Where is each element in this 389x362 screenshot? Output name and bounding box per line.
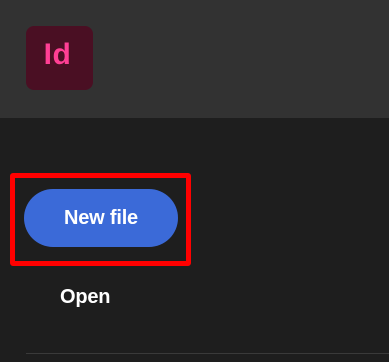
logo-text: Id: [43, 38, 72, 71]
app-header: Id: [0, 0, 389, 118]
new-file-button[interactable]: New file: [24, 189, 178, 247]
indesign-home-window: Id New file Open: [0, 0, 389, 362]
indesign-logo-icon: Id: [26, 26, 93, 90]
sidebar-divider: [26, 353, 389, 354]
open-button[interactable]: Open: [60, 285, 111, 309]
